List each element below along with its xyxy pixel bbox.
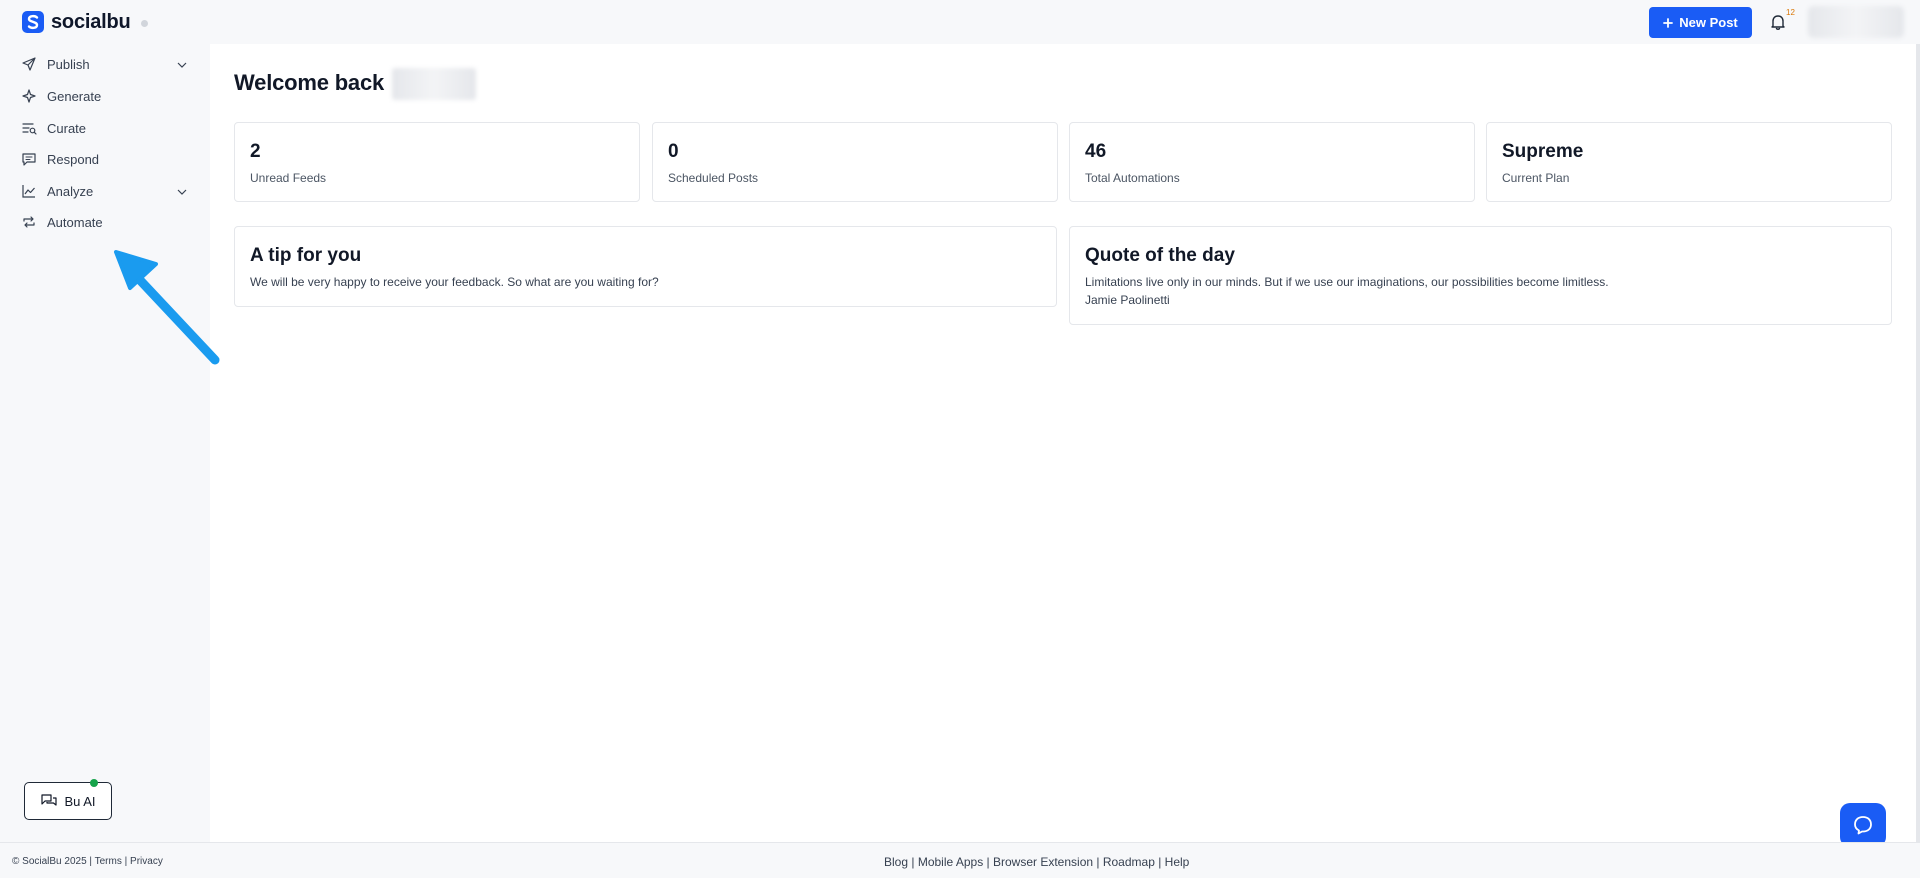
user-menu[interactable] (1808, 6, 1904, 38)
user-name-redacted (392, 68, 476, 100)
stat-value: 46 (1085, 141, 1107, 162)
sidebar-item-label: Curate (47, 120, 87, 136)
socialbu-logo-icon (22, 11, 44, 33)
tip-text: We will be very happy to receive your fe… (250, 275, 659, 289)
stat-card-current-plan[interactable]: Supreme Current Plan (1486, 122, 1892, 202)
privacy-link[interactable]: Privacy (130, 856, 163, 867)
sidebar-item-analyze[interactable]: Analyze (20, 179, 190, 203)
mobile-apps-link[interactable]: Mobile Apps (918, 855, 983, 869)
online-indicator (90, 779, 98, 787)
page-title: Welcome back (234, 70, 385, 95)
stat-value: 0 (668, 141, 679, 162)
stat-label: Unread Feeds (250, 171, 327, 185)
plus-icon (1663, 17, 1674, 28)
tip-card: A tip for you We will be very happy to r… (234, 226, 1057, 307)
bu-ai-label: Bu AI (64, 793, 96, 809)
bell-icon[interactable] (1768, 12, 1788, 32)
brand-logo[interactable]: socialbu (22, 10, 148, 34)
stat-card-scheduled-posts[interactable]: 0 Scheduled Posts (652, 122, 1058, 202)
brand-name: socialbu (51, 10, 131, 33)
sidebar-item-label: Generate (47, 88, 102, 104)
sidebar-item-curate[interactable]: Curate (20, 116, 190, 140)
tip-title: A tip for you (250, 245, 362, 266)
repeat-icon (20, 213, 38, 231)
footer-links: Blog | Mobile Apps | Browser Extension |… (884, 855, 1189, 869)
page-scrollbar[interactable] (1916, 44, 1920, 842)
curate-icon (20, 119, 38, 137)
stat-label: Current Plan (1502, 171, 1570, 185)
browser-extension-link[interactable]: Browser Extension (993, 855, 1093, 869)
status-dot (140, 19, 148, 27)
sparkle-icon (20, 87, 38, 105)
blog-link[interactable]: Blog (884, 855, 908, 869)
sidebar-item-respond[interactable]: Respond (20, 147, 190, 171)
new-post-button[interactable]: New Post (1649, 7, 1752, 38)
send-icon (20, 55, 38, 73)
stat-value: Supreme (1502, 141, 1584, 162)
quote-author: Jamie Paolinetti (1085, 293, 1170, 307)
stat-card-unread-feeds[interactable]: 2 Unread Feeds (234, 122, 640, 202)
help-link[interactable]: Help (1165, 855, 1190, 869)
chart-line-icon (20, 182, 38, 200)
roadmap-link[interactable]: Roadmap (1103, 855, 1155, 869)
bu-ai-button[interactable]: Bu AI (24, 782, 112, 820)
message-icon (20, 150, 38, 168)
top-bar: socialbu New Post 12 (0, 0, 1920, 44)
sidebar-item-label: Analyze (47, 183, 94, 199)
footer: © SocialBu 2025 | Terms | Privacy Blog |… (0, 842, 1920, 878)
notification-count-badge: 12 (1786, 8, 1795, 17)
sidebar-item-automate[interactable]: Automate (20, 210, 190, 234)
sidebar-item-label: Publish (47, 56, 90, 72)
stat-card-total-automations[interactable]: 46 Total Automations (1069, 122, 1475, 202)
chevron-down-icon[interactable] (176, 58, 188, 70)
chevron-down-icon[interactable] (176, 185, 188, 197)
chat-bubble-icon (1854, 816, 1872, 835)
quote-text: Limitations live only in our minds. But … (1085, 275, 1609, 289)
sidebar-item-label: Automate (47, 214, 103, 230)
stat-label: Scheduled Posts (668, 171, 759, 185)
sidebar: Publish Generate Curate Respond Analyze (0, 44, 210, 842)
sidebar-item-publish[interactable]: Publish (20, 52, 190, 76)
copyright-text: © SocialBu 2025 (12, 856, 87, 867)
chat-icon (41, 794, 58, 806)
sidebar-item-label: Respond (47, 151, 100, 167)
stat-label: Total Automations (1085, 171, 1180, 185)
sidebar-item-generate[interactable]: Generate (20, 84, 190, 108)
quote-title: Quote of the day (1085, 245, 1235, 266)
terms-link[interactable]: Terms (95, 856, 122, 867)
new-post-label: New Post (1679, 15, 1738, 30)
quote-card: Quote of the day Limitations live only i… (1069, 226, 1892, 325)
stat-value: 2 (250, 141, 261, 162)
help-chat-button[interactable] (1840, 803, 1886, 847)
footer-legal: © SocialBu 2025 | Terms | Privacy (12, 856, 163, 867)
annotation-arrow (114, 250, 220, 365)
